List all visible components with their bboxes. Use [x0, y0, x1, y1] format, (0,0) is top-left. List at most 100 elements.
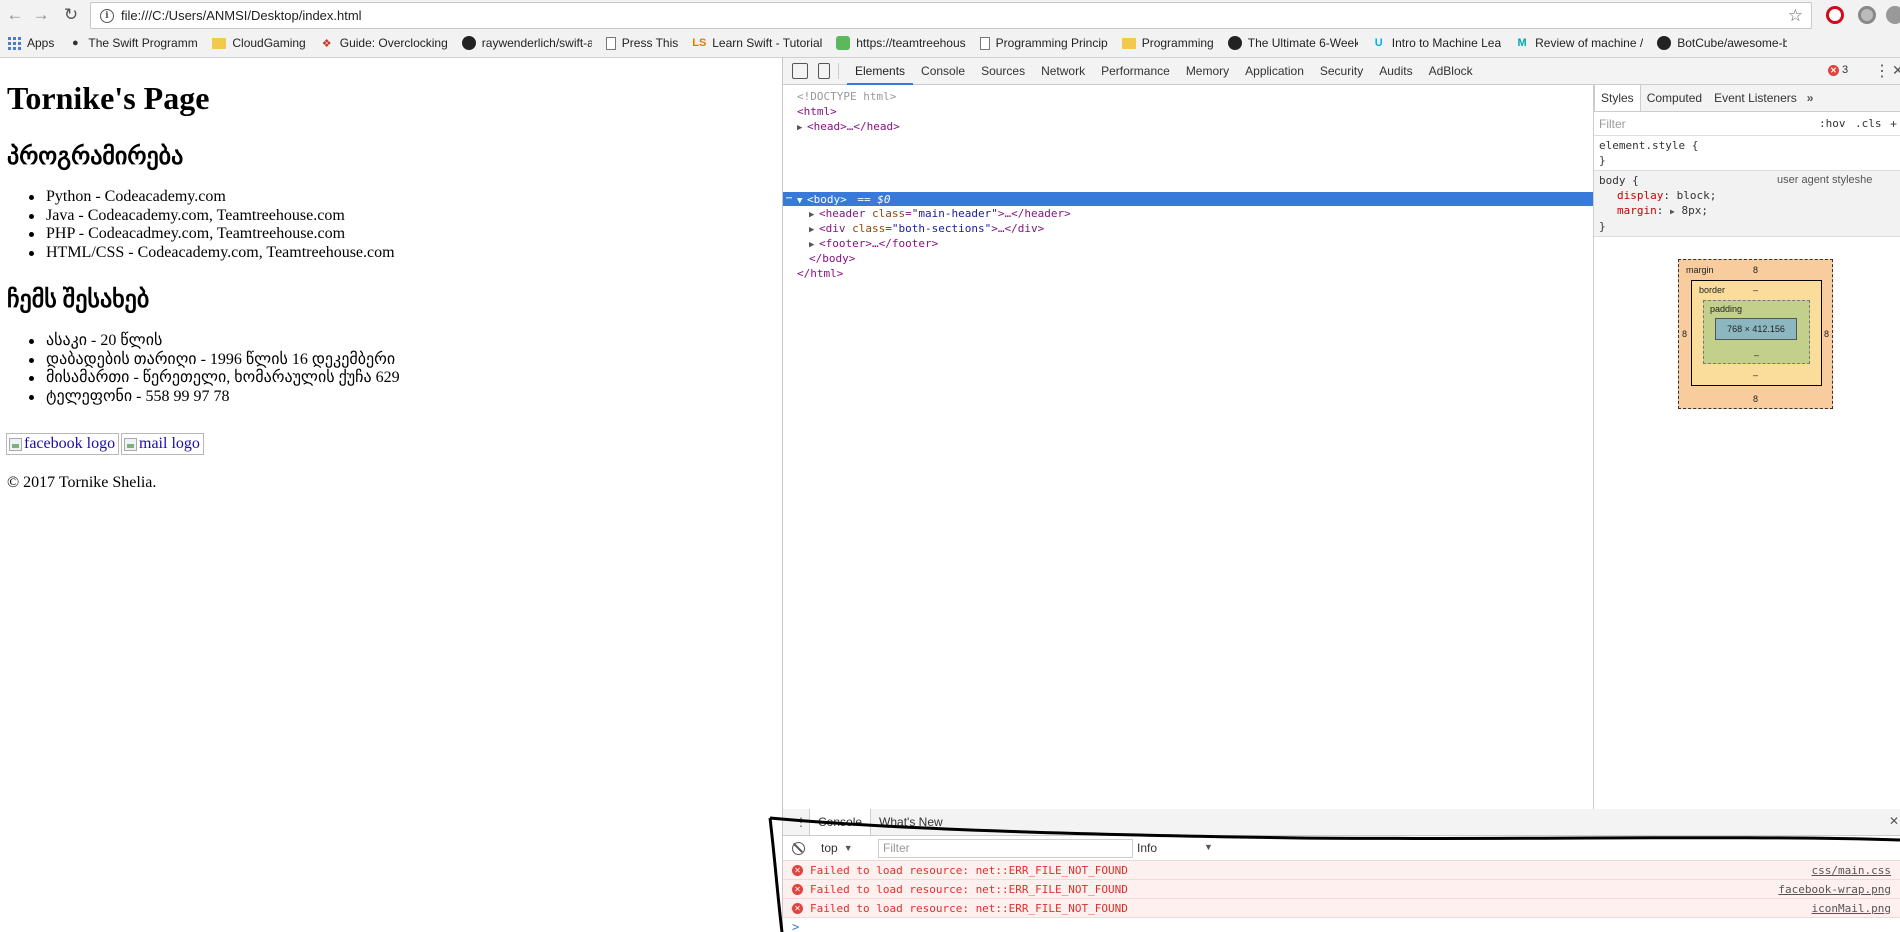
bookmark-item[interactable]: ❖ Guide: Overclocking	[320, 36, 448, 50]
close-icon[interactable]: ✕	[1892, 62, 1900, 79]
dom-html-open[interactable]: <html>	[797, 104, 837, 119]
opera-extension-icon[interactable]	[1826, 6, 1844, 24]
margin-bottom-value[interactable]: 8	[1753, 394, 1758, 404]
dom-footer[interactable]: ▶ <footer>…</footer>	[809, 236, 938, 251]
console-filter-input[interactable]: Filter	[878, 839, 1133, 858]
dom-doctype[interactable]: <!DOCTYPE html>	[797, 89, 896, 104]
error-source-link[interactable]: css/main.css	[1812, 864, 1891, 877]
drawer-tab-whats-new[interactable]: What's New	[871, 809, 951, 835]
info-icon[interactable]: i	[100, 8, 114, 23]
bookmark-star-icon[interactable]: ☆	[1788, 6, 1803, 26]
error-source-link[interactable]: iconMail.png	[1812, 902, 1891, 915]
log-level-select[interactable]: Info	[1137, 841, 1157, 855]
dom-div[interactable]: ▶ <div class="both-sections">…</div>	[809, 221, 1044, 236]
kebab-menu-icon[interactable]: ⋮	[1874, 61, 1890, 81]
m-icon: M	[1517, 37, 1527, 49]
tab-event-listeners[interactable]: Event Listeners	[1708, 85, 1803, 111]
tab-elements[interactable]: Elements	[847, 58, 914, 85]
bookmark-apps[interactable]: Apps	[8, 36, 54, 50]
margin-left-value[interactable]: 8	[1682, 329, 1687, 339]
url-text[interactable]: file:///C:/Users/ANMSI/Desktop/index.htm…	[121, 8, 362, 23]
bookmark-item[interactable]: The Ultimate 6-Week	[1227, 36, 1358, 50]
bookmark-item[interactable]: M Review of machine /	[1515, 36, 1644, 50]
error-icon: ✕	[1828, 64, 1839, 76]
tab-sources[interactable]: Sources	[973, 58, 1033, 85]
reload-icon[interactable]: ↻	[60, 4, 82, 26]
more-tabs-icon[interactable]: »	[1807, 91, 1814, 105]
tab-network[interactable]: Network	[1033, 58, 1093, 85]
error-counter[interactable]: ✕ 3	[1828, 64, 1848, 76]
inspect-element-icon[interactable]	[792, 63, 808, 79]
chevron-down-icon[interactable]: ▼	[844, 843, 853, 853]
console-prompt[interactable]: >	[792, 920, 1900, 932]
dom-header[interactable]: ▶ <header class="main-header">…</header>	[809, 206, 1071, 221]
console-error-row[interactable]: ✕ Failed to load resource: net::ERR_FILE…	[783, 880, 1900, 899]
facebook-link[interactable]: facebook logo	[6, 433, 120, 455]
console-error-row[interactable]: ✕ Failed to load resource: net::ERR_FILE…	[783, 899, 1900, 918]
page-icon	[979, 36, 990, 50]
border-top-value[interactable]: –	[1753, 285, 1758, 295]
bookmark-item[interactable]: Press This	[605, 36, 678, 50]
more-dots-icon[interactable]: ⋯	[786, 192, 792, 206]
padding-bottom-value[interactable]: –	[1754, 350, 1759, 360]
rule-selector: body {	[1599, 174, 1639, 187]
arrow-right-icon[interactable]: →	[30, 4, 52, 26]
console-error-row[interactable]: ✕ Failed to load resource: net::ERR_FILE…	[783, 861, 1900, 880]
error-source-link[interactable]: facebook-wrap.png	[1778, 883, 1891, 896]
expand-triangle-icon[interactable]: ▶	[1670, 207, 1675, 216]
ua-body-rule[interactable]: body { user agent styleshe display: bloc…	[1594, 171, 1900, 237]
list-item: Python - Codeacademy.com	[29, 188, 395, 207]
close-icon[interactable]: ✕	[1889, 814, 1899, 828]
drawer-tab-console[interactable]: Console	[809, 809, 872, 835]
tab-security[interactable]: Security	[1312, 58, 1371, 85]
dom-attr-value: "main-header"	[911, 207, 998, 220]
styles-filter[interactable]: Filter :hov .cls +	[1594, 112, 1900, 136]
github-icon	[461, 36, 476, 50]
bookmark-item[interactable]: Programming	[1121, 36, 1214, 50]
arrow-left-icon[interactable]: ←	[4, 4, 26, 26]
mail-link[interactable]: mail logo	[121, 433, 204, 455]
add-rule-icon[interactable]: +	[1890, 117, 1897, 131]
bookmark-item[interactable]: Programming Princip	[979, 36, 1108, 50]
tab-computed[interactable]: Computed	[1641, 85, 1708, 111]
bookmark-item[interactable]: raywenderlich/swift-a	[461, 36, 592, 50]
rule-prop-display[interactable]: display: block;	[1599, 188, 1896, 203]
bookmark-item[interactable]: U Intro to Machine Lea	[1372, 36, 1501, 50]
address-bar[interactable]: i file:///C:/Users/ANMSI/Desktop/index.h…	[90, 2, 1812, 29]
dom-body-selected[interactable]: ⋯ ▼ <body> == $0	[783, 192, 1593, 206]
dom-html-close[interactable]: </html>	[797, 266, 843, 281]
tab-console[interactable]: Console	[913, 58, 973, 85]
tab-memory[interactable]: Memory	[1178, 58, 1237, 85]
profile-icon[interactable]	[1886, 6, 1900, 24]
tab-audits[interactable]: Audits	[1371, 58, 1420, 85]
tab-application[interactable]: Application	[1237, 58, 1312, 85]
extension-gear-icon[interactable]	[1858, 6, 1876, 24]
device-toggle-icon[interactable]	[818, 63, 830, 79]
context-select[interactable]: top	[821, 841, 838, 855]
chevron-down-icon[interactable]: ▼	[1204, 842, 1213, 852]
bookmark-item[interactable]: LS Learn Swift - Tutorials	[692, 36, 822, 50]
class-toggle[interactable]: .cls	[1855, 117, 1882, 130]
bookmark-item[interactable]: BotCube/awesome-b	[1657, 36, 1787, 50]
collapse-triangle-icon[interactable]: ▼	[797, 194, 807, 209]
bookmark-item[interactable]: https://teamtreehous	[836, 36, 966, 50]
tab-styles[interactable]: Styles	[1594, 85, 1641, 111]
drawer-menu-icon[interactable]: ⋮	[795, 815, 807, 829]
divider	[838, 63, 839, 79]
hover-state-toggle[interactable]: :hov	[1819, 117, 1846, 130]
dom-head[interactable]: ▶ <head>…</head>	[797, 119, 900, 134]
rule-prop-margin[interactable]: margin: ▶ 8px;	[1599, 203, 1896, 219]
element-style-rule[interactable]: element.style { }	[1594, 136, 1900, 171]
border-bottom-value[interactable]: –	[1753, 370, 1758, 380]
tab-adblock[interactable]: AdBlock	[1421, 58, 1481, 85]
box-model-content[interactable]: 768 × 412.156	[1715, 318, 1797, 340]
clear-console-icon[interactable]	[792, 841, 805, 855]
dom-body-close[interactable]: </body>	[809, 251, 855, 266]
bookmark-item[interactable]: ● The Swift Programmi	[68, 36, 198, 50]
tab-performance[interactable]: Performance	[1093, 58, 1178, 85]
margin-right-value[interactable]: 8	[1824, 329, 1829, 339]
browser-chrome: ← → ↻ i file:///C:/Users/ANMSI/Desktop/i…	[0, 0, 1900, 58]
margin-top-value[interactable]: 8	[1753, 265, 1758, 275]
expand-triangle-icon[interactable]: ▶	[797, 121, 807, 136]
bookmark-item[interactable]: CloudGaming	[212, 36, 306, 50]
